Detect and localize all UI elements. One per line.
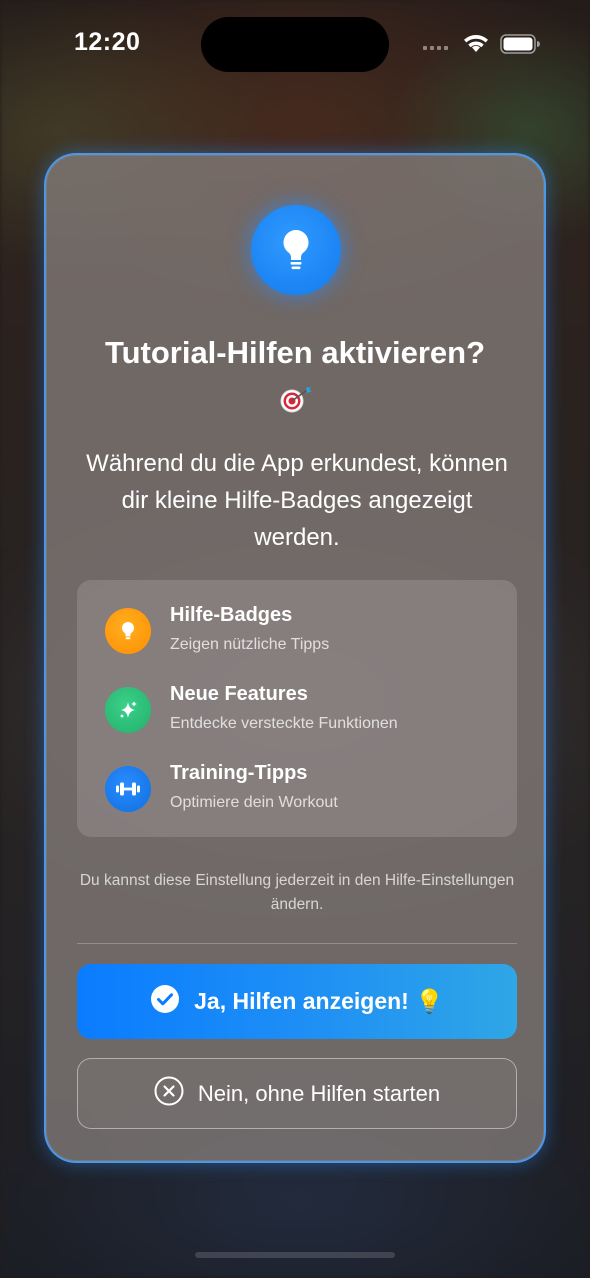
enable-help-button-label: Ja, Hilfen anzeigen! 💡 — [194, 988, 444, 1014]
sparkles-icon — [105, 687, 151, 733]
enable-help-button[interactable]: Ja, Hilfen anzeigen! 💡 — [77, 964, 517, 1039]
feature-list: Hilfe-Badges Zeigen nützliche Tipps Neue… — [77, 580, 517, 837]
feature-description: Optimiere dein Workout — [170, 794, 338, 811]
wifi-icon — [462, 32, 490, 58]
divider — [77, 943, 517, 944]
dumbbell-icon — [105, 766, 151, 812]
lightbulb-icon — [251, 205, 341, 295]
status-time: 12:20 — [74, 28, 141, 56]
feature-title: Hilfe-Badges — [170, 604, 293, 626]
feature-item-new-features: Neue Features Entdecke versteckte Funkti… — [105, 683, 505, 743]
dart-target-emoji — [278, 385, 314, 419]
tutorial-help-modal: Tutorial-Hilfen aktivieren? Während du d… — [44, 153, 546, 1163]
checkmark-circle-icon — [150, 984, 180, 1020]
modal-subtitle: Während du die App erkundest, können dir… — [86, 450, 508, 551]
modal-title: Tutorial-Hilfen aktivieren? — [104, 335, 486, 370]
dynamic-island — [201, 17, 389, 72]
feature-description: Entdecke versteckte Funktionen — [170, 715, 398, 732]
cellular-signal-icon — [423, 46, 448, 50]
lightbulb-icon — [105, 608, 151, 654]
feature-item-training-tips: Training-Tipps Optimiere dein Workout — [105, 762, 505, 822]
feature-description: Zeigen nützliche Tipps — [170, 636, 330, 653]
home-indicator — [195, 1252, 395, 1258]
battery-icon — [500, 34, 540, 58]
feature-title: Neue Features — [170, 683, 308, 705]
skip-help-button[interactable]: Nein, ohne Hilfen starten — [77, 1058, 517, 1129]
xmark-circle-icon — [154, 1076, 184, 1112]
feature-item-help-badges: Hilfe-Badges Zeigen nützliche Tipps — [105, 604, 505, 664]
skip-help-button-label: Nein, ohne Hilfen starten — [197, 1080, 441, 1106]
settings-footnote: Du kannst diese Einstellung jederzeit in… — [79, 872, 515, 913]
feature-title: Training-Tipps — [170, 762, 308, 784]
